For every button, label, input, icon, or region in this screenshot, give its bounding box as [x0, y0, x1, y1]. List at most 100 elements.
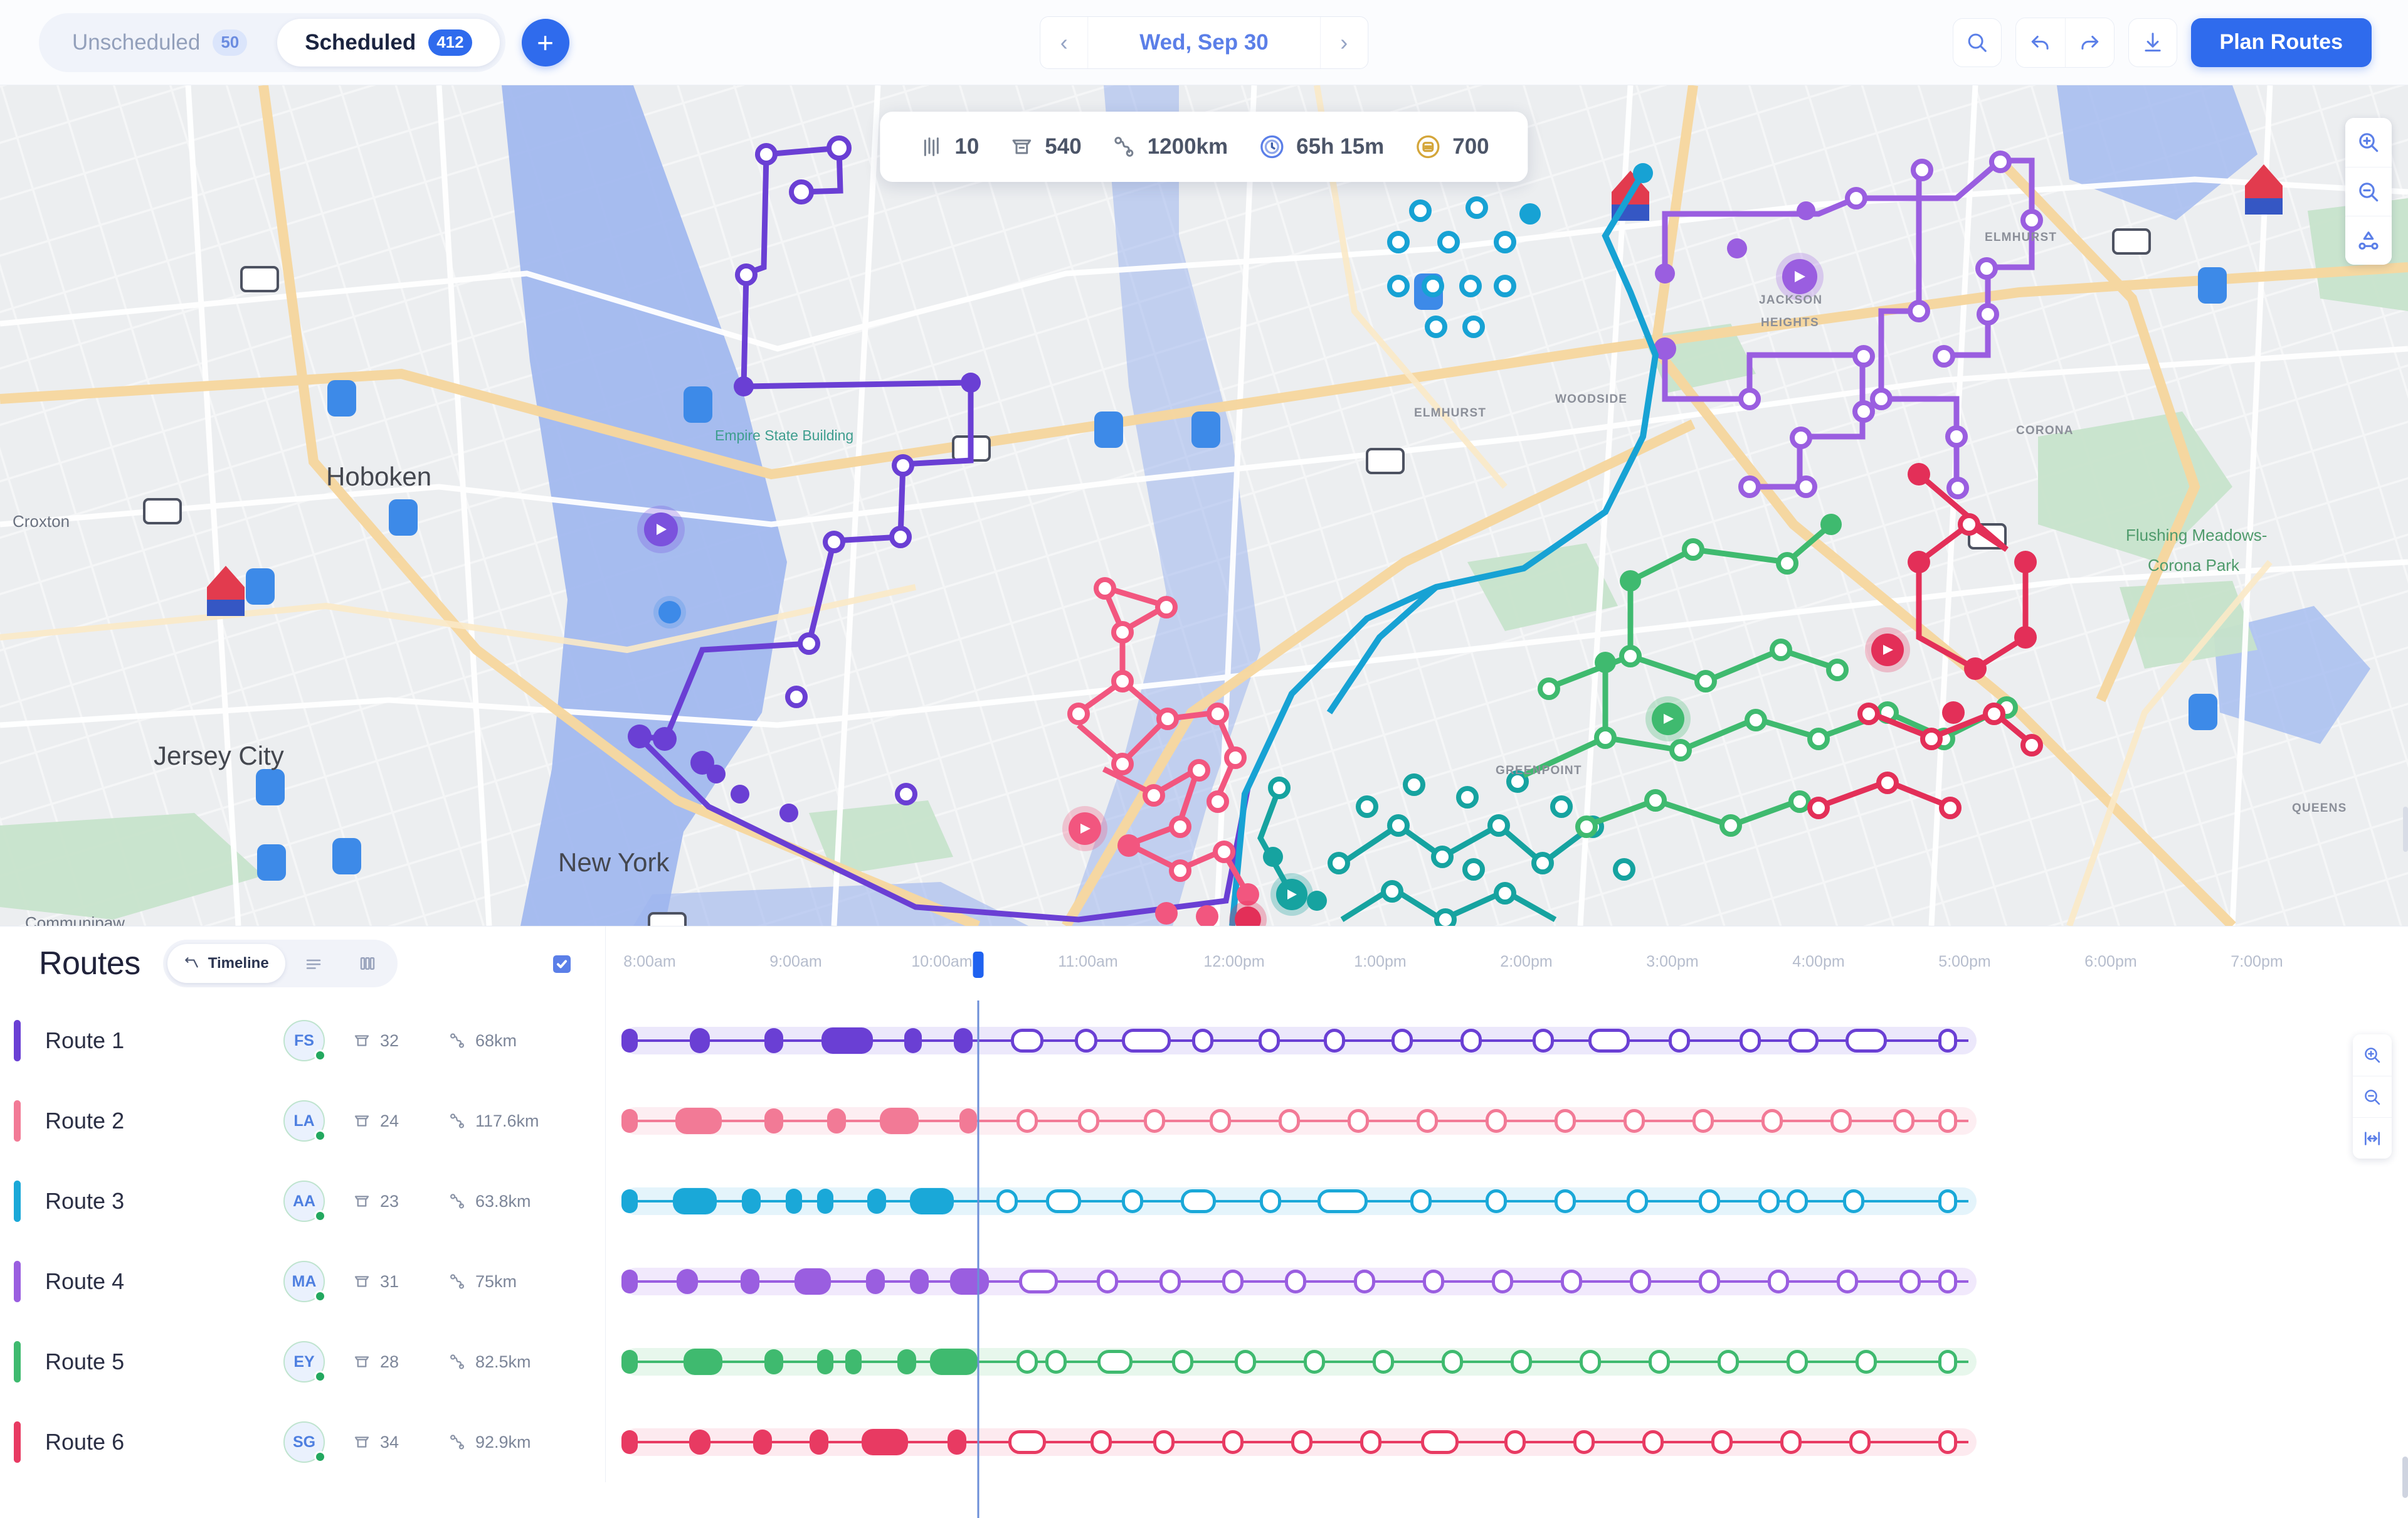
- stop-marker[interactable]: [1630, 1270, 1651, 1293]
- stop-marker[interactable]: [1222, 1430, 1244, 1454]
- stop-marker[interactable]: [845, 1349, 862, 1374]
- stop-marker[interactable]: [675, 1108, 722, 1134]
- timeline-fit-button[interactable]: [2353, 1117, 2392, 1159]
- stop-marker[interactable]: [1373, 1350, 1394, 1374]
- stop-marker[interactable]: [1938, 1350, 1957, 1374]
- stop-marker[interactable]: [1893, 1109, 1914, 1133]
- stop-marker[interactable]: [1260, 1189, 1281, 1213]
- avatar[interactable]: AA: [283, 1181, 325, 1222]
- stop-marker[interactable]: [1291, 1430, 1312, 1454]
- stop-marker[interactable]: [1078, 1109, 1099, 1133]
- stop-marker[interactable]: [1144, 1109, 1165, 1133]
- stop-marker[interactable]: [827, 1108, 846, 1133]
- stop-marker[interactable]: [1417, 1109, 1438, 1133]
- stop-marker[interactable]: [1938, 1189, 1957, 1213]
- route-timeline-track[interactable]: [605, 1001, 2408, 1081]
- stop-marker[interactable]: [1627, 1189, 1648, 1213]
- add-button[interactable]: +: [522, 19, 569, 66]
- stop-marker[interactable]: [1899, 1270, 1921, 1293]
- stop-marker[interactable]: [1210, 1109, 1231, 1133]
- tab-scheduled[interactable]: Scheduled 412: [277, 19, 499, 66]
- stop-marker[interactable]: [1938, 1109, 1957, 1133]
- stop-marker[interactable]: [621, 1350, 638, 1374]
- stop-marker[interactable]: [930, 1349, 978, 1375]
- stop-marker[interactable]: [1046, 1189, 1081, 1213]
- stop-marker[interactable]: [1580, 1350, 1601, 1374]
- stop-marker[interactable]: [821, 1027, 873, 1054]
- plan-routes-button[interactable]: Plan Routes: [2191, 18, 2372, 67]
- stop-marker[interactable]: [1486, 1109, 1507, 1133]
- avatar[interactable]: EY: [283, 1341, 325, 1383]
- stop-marker[interactable]: [1460, 1029, 1482, 1053]
- view-mode-timeline[interactable]: Timeline: [167, 944, 285, 983]
- stop-marker[interactable]: [1008, 1430, 1046, 1454]
- timeline-zoom-out-button[interactable]: [2353, 1076, 2392, 1117]
- stop-marker[interactable]: [1222, 1270, 1244, 1293]
- stop-marker[interactable]: [1761, 1109, 1783, 1133]
- stop-marker[interactable]: [621, 1189, 638, 1213]
- stop-marker[interactable]: [1172, 1350, 1193, 1374]
- stop-marker[interactable]: [1192, 1029, 1213, 1053]
- stop-marker[interactable]: [1533, 1029, 1554, 1053]
- stop-marker[interactable]: [690, 1028, 710, 1053]
- stop-marker[interactable]: [950, 1268, 989, 1295]
- stop-marker[interactable]: [621, 1430, 638, 1454]
- stop-marker[interactable]: [1410, 1189, 1432, 1213]
- stop-marker[interactable]: [1938, 1029, 1957, 1053]
- stop-marker[interactable]: [742, 1189, 761, 1214]
- stop-marker[interactable]: [1354, 1270, 1375, 1293]
- view-mode-columns[interactable]: [342, 944, 393, 983]
- stop-marker[interactable]: [689, 1430, 710, 1455]
- stop-marker[interactable]: [904, 1028, 922, 1053]
- stop-marker[interactable]: [1019, 1270, 1058, 1293]
- table-row[interactable]: Route 3 AA 23 63.8km: [0, 1161, 2408, 1241]
- map-fit-bounds-button[interactable]: [2345, 216, 2392, 265]
- stop-marker[interactable]: [1849, 1430, 1871, 1454]
- stop-marker[interactable]: [1780, 1430, 1802, 1454]
- stop-marker[interactable]: [810, 1430, 828, 1455]
- table-row[interactable]: Route 6 SG 34 92.9km: [0, 1402, 2408, 1482]
- stop-marker[interactable]: [862, 1429, 908, 1455]
- timeline-cursor-handle[interactable]: [973, 952, 984, 978]
- stop-marker[interactable]: [1718, 1350, 1739, 1374]
- route-timeline-track[interactable]: [605, 1241, 2408, 1322]
- stop-marker[interactable]: [621, 1029, 638, 1053]
- stop-marker[interactable]: [1279, 1109, 1300, 1133]
- stop-marker[interactable]: [880, 1108, 919, 1134]
- stop-marker[interactable]: [1787, 1350, 1808, 1374]
- stop-marker[interactable]: [1492, 1270, 1513, 1293]
- stop-marker[interactable]: [1669, 1029, 1690, 1053]
- stop-marker[interactable]: [1423, 1270, 1444, 1293]
- stop-marker[interactable]: [866, 1269, 885, 1294]
- avatar[interactable]: LA: [283, 1100, 325, 1142]
- stop-marker[interactable]: [1837, 1270, 1858, 1293]
- route-timeline-track[interactable]: [605, 1161, 2408, 1241]
- map-zoom-in-button[interactable]: [2345, 118, 2392, 167]
- undo-button[interactable]: [2016, 18, 2065, 67]
- stop-marker[interactable]: [1788, 1029, 1819, 1053]
- stop-marker[interactable]: [1692, 1109, 1714, 1133]
- stop-marker[interactable]: [684, 1349, 722, 1375]
- search-button[interactable]: [1953, 18, 2002, 67]
- stop-marker[interactable]: [897, 1349, 916, 1374]
- stop-marker[interactable]: [1235, 1350, 1256, 1374]
- stop-marker[interactable]: [1097, 1270, 1118, 1293]
- stop-marker[interactable]: [1090, 1430, 1112, 1454]
- stop-marker[interactable]: [1045, 1350, 1067, 1374]
- stop-marker[interactable]: [1649, 1350, 1670, 1374]
- stop-marker[interactable]: [1304, 1350, 1325, 1374]
- avatar[interactable]: SG: [283, 1421, 325, 1463]
- stop-marker[interactable]: [959, 1108, 977, 1133]
- route-timeline-track[interactable]: [605, 1322, 2408, 1402]
- tab-unscheduled[interactable]: Unscheduled 50: [45, 19, 275, 66]
- previous-day-button[interactable]: ‹: [1040, 16, 1088, 69]
- stop-marker[interactable]: [1758, 1189, 1780, 1213]
- stop-marker[interactable]: [1504, 1430, 1526, 1454]
- avatar[interactable]: MA: [283, 1261, 325, 1302]
- redo-button[interactable]: [2065, 18, 2114, 67]
- stop-marker[interactable]: [1259, 1029, 1280, 1053]
- stop-marker[interactable]: [1642, 1430, 1664, 1454]
- stop-marker[interactable]: [1711, 1430, 1733, 1454]
- stop-marker[interactable]: [1159, 1270, 1181, 1293]
- stop-marker[interactable]: [786, 1189, 802, 1214]
